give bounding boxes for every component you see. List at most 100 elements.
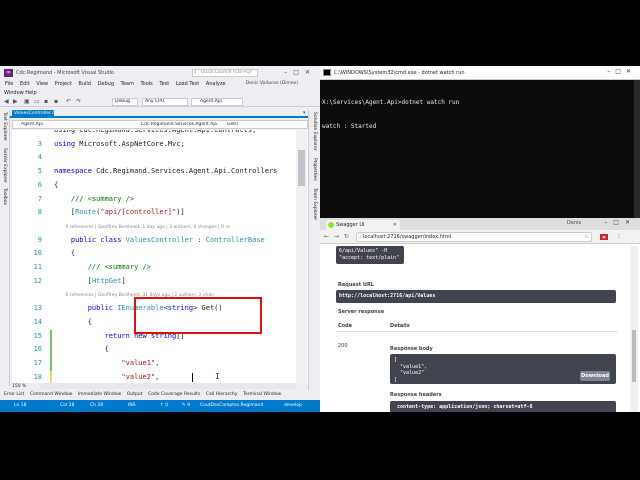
menu-item-project[interactable]: Project xyxy=(55,80,72,89)
console-scrollbar[interactable] xyxy=(634,80,640,218)
tab-terminal-window[interactable]: Terminal Window xyxy=(243,390,281,399)
line-number: 9 xyxy=(37,235,42,244)
tab-call-hierarchy[interactable]: Call Hierarchy xyxy=(206,390,238,399)
status-pending-pushes[interactable]: ↑ 0 xyxy=(160,403,168,408)
menu-item-view[interactable]: View xyxy=(36,80,48,89)
code-token: using xyxy=(54,139,80,148)
member-nav-dropdown[interactable]: Get() xyxy=(221,122,281,128)
vs-title-bar: ∞ Cdc.Regimand - Microsoft Visual Studio… xyxy=(0,66,320,80)
status-bar: Ln 18 Col 28 Ch 28 INS ↑ 0 ✎ 9 CoutDesCo… xyxy=(0,400,320,412)
console-window-controls[interactable]: –□✕ xyxy=(607,68,636,75)
code-token: ValuesController xyxy=(125,235,194,244)
quick-launch-placeholder: Quick Launch (Ctrl+Q) xyxy=(201,70,252,75)
sidebar-solution-explorer[interactable]: Solution Explorer xyxy=(312,112,317,151)
code-lens[interactable]: 0 references | Geoffrey Berthelot, 1 day… xyxy=(12,220,308,234)
code-token: /// <summary /> xyxy=(54,194,135,203)
editor-horizontal-scrollbar[interactable] xyxy=(40,383,296,389)
browser-scroll-thumb[interactable] xyxy=(632,330,636,382)
bookmark-star-icon[interactable]: ☆ xyxy=(584,233,589,240)
code-token: , xyxy=(155,358,160,367)
code-token: [ xyxy=(54,208,76,217)
status-pending-changes[interactable]: ✎ 9 xyxy=(182,403,190,408)
close-tab-icon[interactable]: ✕ xyxy=(393,220,397,230)
address-bar[interactable]: ⓘ localhost:2716/swagger/index.html xyxy=(356,232,592,242)
code-token: )] xyxy=(176,208,185,217)
vs-window-controls[interactable]: –□✕ xyxy=(284,69,316,76)
request-url-value: http://localhost:2716/api/Values xyxy=(336,290,616,303)
right-tool-sidebar: Solution Explorer Properties Team Explor… xyxy=(308,110,320,390)
line-number: 13 xyxy=(33,304,42,313)
sidebar-toolbox[interactable]: Toolbox xyxy=(2,188,7,205)
code-lens-text[interactable]: 0 references | Geoffrey Berthelot, 1 day… xyxy=(54,225,229,230)
quick-launch-input[interactable]: ⌕ Quick Launch (Ctrl+Q) xyxy=(192,69,258,77)
menu-item-debug[interactable]: Debug xyxy=(98,80,114,89)
code-line: 5 namespace Cdc.Regimand.Services.Agent.A… xyxy=(12,165,308,179)
response-code: 200 xyxy=(338,343,348,349)
tab-command-window[interactable]: Command Window xyxy=(30,390,72,399)
browser-profile[interactable]: Denis xyxy=(567,220,581,226)
status-column: Col 28 xyxy=(60,403,75,408)
details-column-header: Details xyxy=(390,323,410,329)
console-output[interactable]: X:\Services\Agent.Api>dotnet watch run w… xyxy=(322,83,632,147)
code-editor[interactable]: using Cdc.Regimand.Services.Agent.Api.Co… xyxy=(12,130,308,383)
browser-menu-icon[interactable]: ⋮ xyxy=(616,233,622,240)
browser-scrollbar[interactable] xyxy=(630,246,638,412)
undo-icon[interactable]: ↶ xyxy=(66,98,71,105)
code-token: HttpGet xyxy=(91,276,122,285)
forward-arrow-icon[interactable]: → xyxy=(334,233,339,240)
line-number: 17 xyxy=(33,358,42,367)
save-all-icon[interactable]: ▪ xyxy=(54,98,58,105)
menu-item-load-test[interactable]: Load Test xyxy=(176,80,199,89)
code-token: { xyxy=(54,180,59,189)
menu-item-edit[interactable]: Edit xyxy=(20,80,30,89)
menu-item-analyze[interactable]: Analyze xyxy=(206,80,226,89)
tab-immediate-window[interactable]: Immediate Window xyxy=(78,390,121,399)
chevron-down-icon[interactable]: ▾ xyxy=(303,110,306,116)
code-line: 12 [HttpGet] xyxy=(12,275,308,289)
startup-project-dropdown[interactable]: Agent.Api xyxy=(191,98,243,106)
redo-icon[interactable]: ↷ xyxy=(76,98,81,105)
menu-item-build[interactable]: Build xyxy=(78,80,91,89)
platform-dropdown[interactable]: Any CPU xyxy=(142,98,188,106)
sidebar-server-explorer[interactable]: Server Explorer xyxy=(2,148,7,183)
menu-item-tools[interactable]: Tools xyxy=(140,80,152,89)
editor-vertical-scrollbar[interactable] xyxy=(296,130,307,383)
tab-values-controller[interactable]: ValuesController.cs* xyxy=(12,110,54,118)
open-folder-icon[interactable]: ▭ xyxy=(34,98,40,105)
sidebar-team-explorer[interactable]: Team Explorer xyxy=(312,188,317,220)
reload-icon[interactable]: ↻ xyxy=(344,233,349,240)
class-nav-dropdown[interactable]: Cdc.Regimand.Services.Agent.Api.Co xyxy=(141,122,219,128)
forward-icon[interactable]: ▶ xyxy=(13,98,18,105)
menu-item-file[interactable]: File xyxy=(5,80,13,89)
configuration-dropdown[interactable]: Debug xyxy=(112,98,138,106)
menu-item-team[interactable]: Team xyxy=(121,80,134,89)
code-line: 16 { xyxy=(12,343,308,357)
signed-in-user[interactable]: Denis Voituron (Dimex) xyxy=(246,81,298,86)
browser-tab-strip: Swagger UI ✕ Denis –□✕ xyxy=(320,218,640,230)
code-token: Cdc.Regimand.Services.Agent.Api.Controll… xyxy=(96,167,278,176)
download-button[interactable]: Download xyxy=(580,371,610,381)
extension-icon[interactable]: ▮▮ xyxy=(600,234,608,240)
tab-output[interactable]: Output xyxy=(127,390,143,399)
tab-code-coverage[interactable]: Code Coverage Results xyxy=(148,390,200,399)
editor-scroll-thumb[interactable] xyxy=(298,150,305,186)
tab-swagger-ui[interactable]: Swagger UI ✕ xyxy=(326,220,400,230)
save-icon[interactable]: ▪ xyxy=(44,98,48,105)
line-number: 3 xyxy=(37,139,42,148)
menu-item-test[interactable]: Test xyxy=(159,80,169,89)
status-branch[interactable]: develop xyxy=(284,403,302,408)
code-line: 6{ xyxy=(12,179,308,193)
back-arrow-icon[interactable]: ← xyxy=(324,233,329,240)
line-number: 12 xyxy=(33,276,42,285)
sidebar-test-explorer[interactable]: Test Explorer xyxy=(2,112,7,141)
project-nav-dropdown[interactable]: Agent.Api xyxy=(21,122,81,128)
code-token: ControllerBase xyxy=(205,235,265,244)
sidebar-properties[interactable]: Properties xyxy=(312,158,317,181)
browser-window-controls[interactable]: –□✕ xyxy=(604,219,636,226)
tab-error-list[interactable]: Error List xyxy=(4,390,24,399)
menu-item-window-help[interactable]: Window Help xyxy=(4,89,37,97)
back-icon[interactable]: ◀ xyxy=(4,98,9,105)
status-repository[interactable]: CoutDesComptes.Regimand xyxy=(200,403,263,408)
new-project-icon[interactable]: ▣ xyxy=(24,98,30,105)
code-line: 18 "value2", xyxy=(12,371,308,383)
